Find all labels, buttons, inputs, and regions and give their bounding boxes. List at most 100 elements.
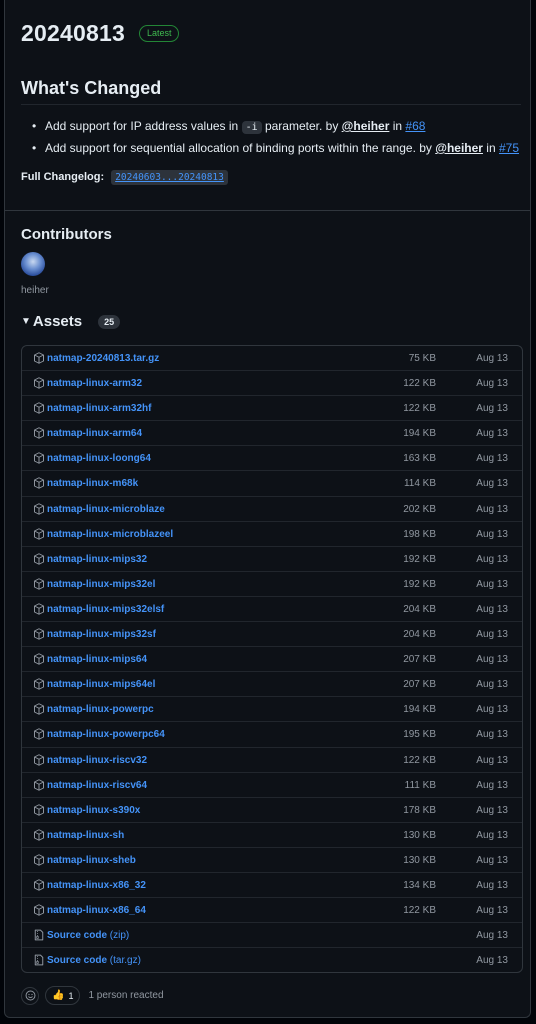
asset-date: Aug 13 [476, 779, 508, 791]
asset-download-link[interactable]: Source code (tar.gz) [47, 955, 141, 966]
asset-row: natmap-linux-mips64 207 KB Aug 13 [22, 647, 522, 673]
asset-download-link[interactable]: natmap-linux-x86_64 [47, 905, 146, 916]
heading-divider [21, 104, 521, 105]
asset-size: 204 KB [403, 629, 436, 641]
asset-download-link[interactable]: natmap-linux-mips32elsf [47, 604, 164, 615]
asset-download-link[interactable]: natmap-linux-loong64 [47, 453, 151, 464]
asset-size: 134 KB [403, 879, 436, 891]
asset-date: Aug 13 [476, 603, 508, 615]
thumbs-up-reaction[interactable]: 👍 1 [45, 986, 81, 1005]
asset-download-link[interactable]: natmap-linux-sh [47, 830, 124, 841]
inline-code: -i [241, 121, 262, 134]
asset-size: 178 KB [403, 804, 436, 816]
asset-size: 122 KB [403, 378, 436, 390]
pull-request-link[interactable]: #68 [405, 119, 425, 133]
asset-date: Aug 13 [476, 754, 508, 766]
asset-row: natmap-linux-riscv64 111 KB Aug 13 [22, 773, 522, 798]
asset-size: 194 KB [403, 704, 436, 716]
asset-row: natmap-linux-mips32el 192 KB Aug 13 [22, 572, 522, 597]
asset-download-link[interactable]: natmap-linux-riscv64 [47, 780, 147, 791]
asset-name: natmap-linux-riscv32 [47, 754, 148, 766]
asset-date: Aug 13 [476, 553, 508, 565]
package-icon [33, 879, 45, 891]
asset-size: 163 KB [403, 453, 436, 465]
change-text: in [482, 141, 499, 155]
asset-date: Aug 13 [476, 930, 508, 942]
asset-row: natmap-linux-arm64 194 KB Aug 13 [22, 421, 522, 447]
asset-row: natmap-20240813.tar.gz 75 KB Aug 13 [22, 346, 522, 372]
section-divider [5, 210, 530, 211]
asset-download-link[interactable]: natmap-linux-sheb [47, 855, 136, 866]
asset-name: natmap-linux-sheb [47, 854, 136, 866]
asset-download-link[interactable]: natmap-linux-microblaze [47, 504, 165, 515]
change-item: Add support for IP address values in -i … [29, 118, 519, 140]
asset-download-link[interactable]: natmap-20240813.tar.gz [47, 353, 159, 364]
asset-date: Aug 13 [476, 679, 508, 691]
change-text: Add support for sequential allocation of… [45, 141, 436, 155]
assets-toggle[interactable]: ▼ Assets 25 [21, 313, 121, 330]
user-mention-link[interactable]: @heiher [435, 141, 483, 155]
asset-name: natmap-linux-arm32hf [47, 403, 152, 415]
asset-name: natmap-linux-mips32el [47, 578, 156, 590]
asset-date: Aug 13 [476, 428, 508, 440]
asset-name: natmap-linux-powerpc [47, 704, 154, 716]
contributor-name[interactable]: heiher [21, 285, 49, 296]
asset-download-link[interactable]: natmap-linux-x86_32 [47, 880, 146, 891]
change-item: Add support for sequential allocation of… [29, 140, 519, 162]
thumbs-up-icon: 👍 [52, 990, 65, 1001]
asset-download-link[interactable]: natmap-linux-mips32el [47, 579, 155, 590]
asset-row: natmap-linux-powerpc64 195 KB Aug 13 [22, 722, 522, 748]
asset-download-link[interactable]: natmap-linux-m68k [47, 478, 138, 489]
package-icon [33, 502, 45, 515]
asset-download-link[interactable]: natmap-linux-riscv32 [47, 755, 147, 766]
asset-date: Aug 13 [476, 905, 508, 917]
asset-name: natmap-20240813.tar.gz [47, 353, 160, 364]
pull-request-link[interactable]: #75 [499, 141, 519, 155]
asset-download-link[interactable]: natmap-linux-arm64 [47, 428, 142, 439]
asset-row: natmap-linux-arm32 122 KB Aug 13 [22, 371, 522, 397]
latest-badge: Latest [138, 25, 180, 42]
contributors-heading: Contributors [21, 226, 112, 243]
change-text: parameter. by [261, 119, 342, 133]
file-zip-icon [33, 954, 45, 966]
asset-download-link[interactable]: natmap-linux-arm32hf [47, 403, 151, 414]
asset-download-link[interactable]: Source code (zip) [47, 930, 129, 941]
avatar[interactable] [21, 252, 45, 276]
asset-size: 204 KB [403, 603, 436, 615]
asset-row: natmap-linux-mips32 192 KB Aug 13 [22, 547, 522, 572]
release-title[interactable]: 20240813 [21, 20, 125, 47]
package-icon [33, 452, 45, 465]
asset-row: natmap-linux-x86_64 122 KB Aug 13 [22, 898, 522, 924]
asset-download-link[interactable]: natmap-linux-microblazeel [47, 529, 173, 540]
asset-name: natmap-linux-mips32 [47, 553, 148, 565]
asset-download-link[interactable]: natmap-linux-mips32 [47, 554, 147, 565]
package-icon [33, 703, 45, 716]
asset-download-link[interactable]: natmap-linux-powerpc64 [47, 729, 165, 740]
asset-name-suffix: (tar.gz) [107, 955, 141, 967]
asset-size: 192 KB [403, 578, 436, 590]
asset-date: Aug 13 [476, 478, 508, 490]
add-reaction-button[interactable] [21, 986, 39, 1005]
asset-download-link[interactable]: natmap-linux-powerpc [47, 704, 154, 715]
asset-row: Source code (tar.gz) Aug 13 [22, 948, 522, 972]
asset-row: natmap-linux-s390x 178 KB Aug 13 [22, 798, 522, 823]
asset-name: natmap-linux-arm32 [47, 378, 143, 390]
asset-download-link[interactable]: natmap-linux-s390x [47, 805, 140, 816]
package-icon [33, 628, 45, 640]
asset-name: natmap-linux-loong64 [47, 453, 151, 465]
asset-download-link[interactable]: natmap-linux-mips32sf [47, 629, 156, 640]
asset-name: natmap-linux-mips64el [47, 679, 156, 691]
user-mention-link[interactable]: @heiher [342, 119, 390, 133]
asset-row: natmap-linux-sh 130 KB Aug 13 [22, 823, 522, 848]
asset-size: 192 KB [403, 553, 436, 565]
package-icon [33, 477, 45, 490]
compare-link[interactable]: 20240603...20240813 [111, 170, 228, 185]
asset-name: natmap-linux-mips32elsf [47, 603, 165, 615]
asset-date: Aug 13 [476, 629, 508, 641]
package-icon [33, 854, 45, 866]
release-header: 20240813 Latest [21, 20, 180, 47]
asset-download-link[interactable]: natmap-linux-arm32 [47, 378, 142, 389]
asset-download-link[interactable]: natmap-linux-mips64el [47, 679, 155, 690]
asset-download-link[interactable]: natmap-linux-mips64 [47, 654, 147, 665]
reactions-bar: 👍 1 1 person reacted [21, 986, 164, 1005]
